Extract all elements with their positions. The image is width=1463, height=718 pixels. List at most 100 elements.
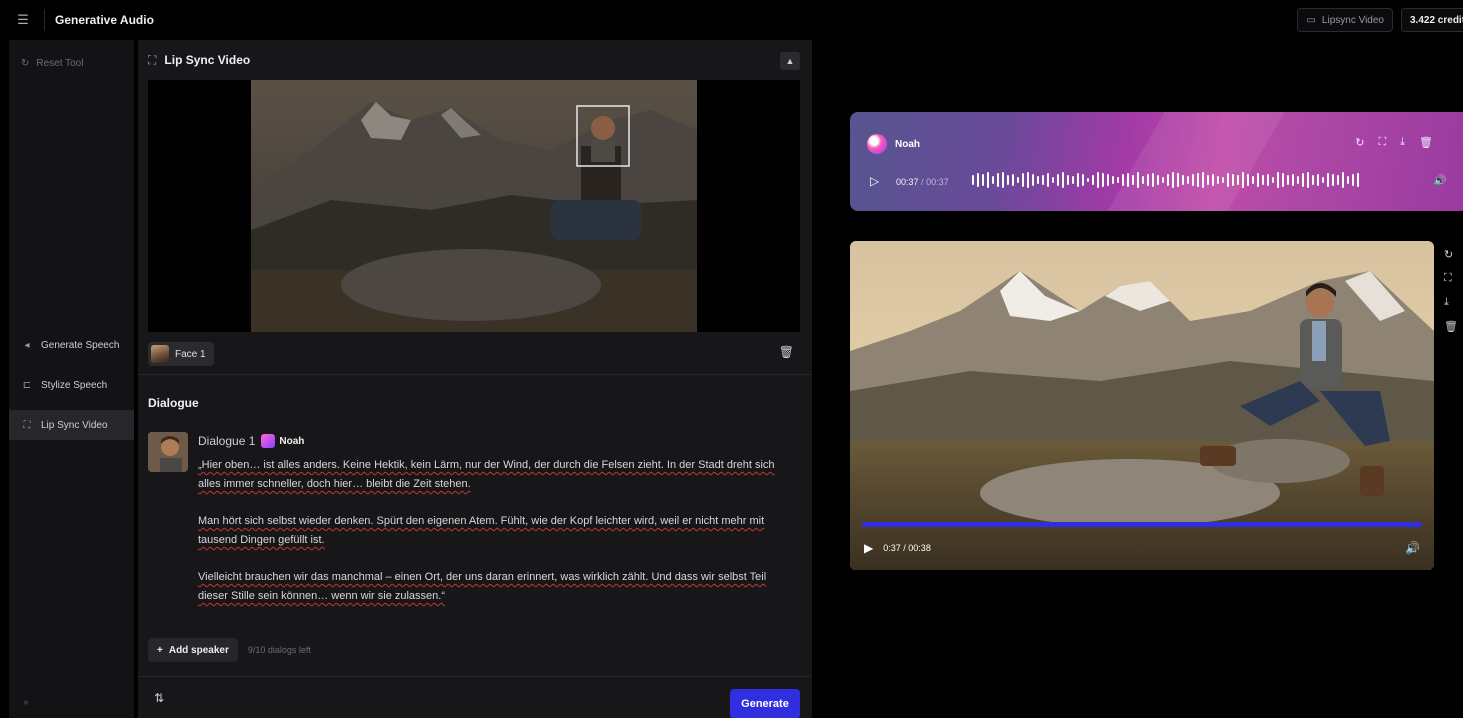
waveform-bar (982, 174, 984, 186)
video-current-time: 0:37 (883, 543, 901, 553)
dialogue-label: Dialogue 1 (198, 434, 256, 448)
sidebar-item-stylize-speech[interactable]: ⊏ Stylize Speech (9, 370, 134, 400)
waveform-bar (1117, 177, 1119, 183)
dialogs-left-count: 9/10 dialogs left (247, 645, 311, 655)
expand-icon[interactable]: ⛶ (1444, 272, 1458, 285)
divider (44, 9, 45, 31)
waveform-bar (992, 176, 994, 184)
credits-badge[interactable]: 3.422 credits (1401, 8, 1463, 32)
collapse-panel-button[interactable]: ▲ (780, 52, 800, 70)
waveform-bar (1317, 174, 1319, 186)
waveform-bar (1162, 177, 1164, 183)
sidebar-item-label: Generate Speech (41, 339, 120, 351)
waveform-bar (997, 173, 999, 187)
waveform-bar (1287, 175, 1289, 185)
waveform-bar (1122, 174, 1124, 186)
waveform-bar (1222, 177, 1224, 183)
lipsync-video-label: Lipsync Video (1321, 14, 1384, 26)
video-progress-bar[interactable] (862, 522, 1422, 527)
speaker-pill[interactable]: Noah (261, 434, 304, 448)
waveform-bar (1127, 173, 1129, 187)
waveform-bar (1242, 172, 1244, 188)
add-speaker-row: + Add speaker 9/10 dialogs left (148, 638, 311, 662)
audio-waveform[interactable] (972, 170, 1422, 190)
waveform-bar (1017, 177, 1019, 183)
sidebar-item-generate-speech[interactable]: ◂ Generate Speech (9, 330, 134, 360)
result-video-player[interactable]: ▶ 0:37 / 00:38 🔊 (850, 241, 1434, 570)
waveform-bar (1142, 176, 1144, 184)
speaker-avatar[interactable] (148, 432, 188, 472)
add-speaker-label: Add speaker (168, 644, 229, 656)
regenerate-icon[interactable]: ↻ (1444, 248, 1458, 261)
waveform-bar (1327, 173, 1329, 187)
waveform-bar (1012, 174, 1014, 186)
waveform-bar (1227, 173, 1229, 187)
waveform-bar (1357, 173, 1359, 187)
waveform-bar (1192, 174, 1194, 186)
video-total-time: 00:38 (908, 543, 931, 553)
download-icon[interactable]: ⤓ (1400, 136, 1405, 149)
waveform-bar (1332, 174, 1334, 186)
dialogue-heading: Dialogue (148, 396, 199, 410)
waveform-bar (1057, 174, 1059, 186)
add-speaker-button[interactable]: + Add speaker (148, 638, 238, 662)
volume-icon[interactable]: 🔊 (1405, 541, 1420, 555)
waveform-bar (1092, 175, 1094, 185)
reset-icon: ↻ (21, 58, 30, 69)
trash-icon[interactable]: 🗑 (1444, 320, 1458, 333)
waveform-bar (1167, 174, 1169, 186)
waveform-bar (1002, 172, 1004, 188)
audio-total-time: 00:37 (926, 177, 949, 187)
waveform-bar (1272, 177, 1274, 183)
waveform-bar (1257, 173, 1259, 187)
waveform-bar (1307, 172, 1309, 188)
waveform-bar (1277, 172, 1279, 188)
expand-icon[interactable]: ⛶ (1378, 136, 1386, 149)
waveform-bar (1197, 173, 1199, 187)
reset-tool-button[interactable]: ↻ Reset Tool (21, 58, 83, 69)
waveform-bar (1137, 172, 1139, 188)
volume-icon[interactable]: 🔊 (1433, 174, 1447, 187)
collapse-sidebar-icon[interactable]: » (23, 697, 29, 708)
waveform-bar (1082, 174, 1084, 186)
sidebar-nav: ◂ Generate Speech ⊏ Stylize Speech ⛶ Lip… (9, 330, 134, 450)
speaker-name: Noah (279, 435, 305, 447)
dialogue-paragraph: „Hier oben… ist alles anders. Keine Hekt… (198, 459, 775, 490)
sidebar-item-lip-sync-video[interactable]: ⛶ Lip Sync Video (9, 410, 134, 440)
waveform-bar (1022, 173, 1024, 187)
waveform-bar (1087, 178, 1089, 182)
speaker-icon (261, 434, 276, 448)
waveform-bar (1312, 175, 1314, 185)
waveform-bar (1172, 172, 1174, 188)
sort-icon[interactable]: ⇅ (154, 691, 164, 705)
play-icon[interactable]: ▶ (864, 541, 873, 555)
waveform-bar (972, 175, 974, 185)
play-icon[interactable]: ▷ (870, 174, 879, 188)
generate-button[interactable]: Generate (730, 689, 800, 718)
sidebar: ↻ Reset Tool ◂ Generate Speech ⊏ Stylize… (9, 40, 134, 718)
waveform-bar (1207, 175, 1209, 185)
waveform-bar (1042, 175, 1044, 185)
menu-icon[interactable]: ☰ (10, 7, 36, 33)
source-video-frame (251, 80, 697, 332)
dialogue-text[interactable]: „Hier oben… ist alles anders. Keine Hekt… (198, 456, 798, 624)
regenerate-icon[interactable]: ↻ (1355, 136, 1364, 149)
delete-face-icon[interactable]: 🗑 (779, 345, 794, 359)
face-badge[interactable]: Face 1 (148, 342, 214, 366)
trash-icon[interactable]: 🗑 (1419, 136, 1433, 149)
waveform-bar (1212, 174, 1214, 186)
waveform-bar (1237, 175, 1239, 185)
lipsync-video-button[interactable]: ▭ Lipsync Video (1297, 8, 1393, 32)
source-video-preview[interactable] (148, 80, 800, 332)
app-title: Generative Audio (55, 13, 154, 27)
waveform-bar (1037, 176, 1039, 184)
lipsync-icon: ⛶ (23, 419, 31, 431)
audio-tools: ↻ ⛶ ⤓ 🗑 (1355, 136, 1433, 149)
video-controls: ▶ 0:37 / 00:38 (864, 541, 931, 555)
waveform-bar (1177, 173, 1179, 187)
waveform-bar (1112, 176, 1114, 184)
waveform-bar (1157, 175, 1159, 185)
download-icon[interactable]: ⤓ (1444, 296, 1458, 309)
plus-icon: + (157, 644, 163, 656)
waveform-bar (1097, 172, 1099, 188)
